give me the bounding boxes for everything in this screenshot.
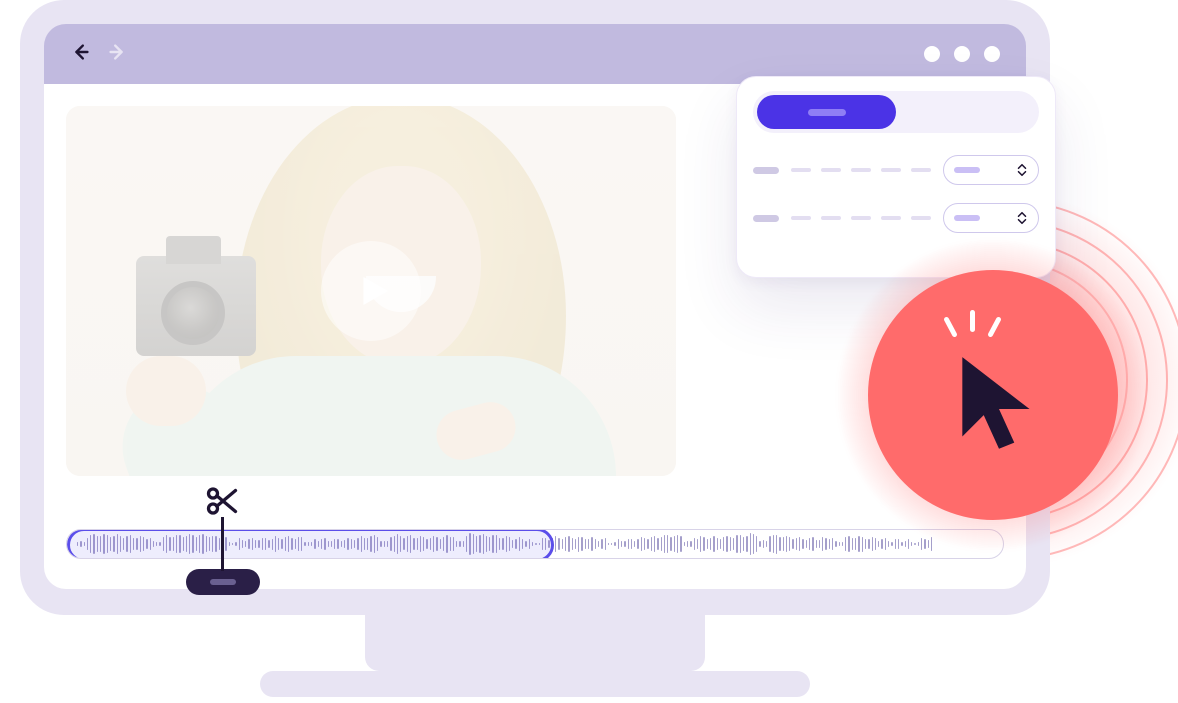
stepper-arrows-icon [1016, 211, 1028, 225]
waveform [67, 530, 1003, 558]
video-preview[interactable] [66, 106, 676, 476]
select-value-placeholder [954, 215, 980, 221]
panel-tab-active[interactable] [757, 95, 896, 129]
scissors-icon [204, 483, 240, 519]
stepper-arrows-icon [1016, 163, 1028, 177]
window-dot[interactable] [924, 46, 940, 62]
timeline [66, 529, 1004, 559]
nav-forward-button[interactable] [106, 41, 128, 68]
row-label-placeholder [753, 215, 779, 222]
panel-row [753, 203, 1039, 233]
monitor-screen [20, 0, 1050, 615]
window-dot[interactable] [984, 46, 1000, 62]
panel-tabs [753, 91, 1039, 133]
play-button[interactable] [321, 241, 421, 341]
arrow-right-icon [106, 41, 128, 63]
playhead-handle[interactable] [186, 569, 260, 595]
play-icon [353, 270, 395, 312]
browser-chrome-bar [44, 24, 1026, 84]
row-select[interactable] [943, 155, 1039, 185]
nav-back-button[interactable] [70, 41, 92, 68]
row-dashes [791, 216, 931, 220]
row-select[interactable] [943, 203, 1039, 233]
window-dot[interactable] [954, 46, 970, 62]
tab-label-placeholder [808, 109, 846, 116]
monitor-stand [365, 615, 705, 671]
row-dashes [791, 168, 931, 172]
split-indicator-line [221, 517, 224, 571]
timeline-track[interactable] [66, 529, 1004, 559]
monitor-frame [20, 0, 1050, 671]
row-label-placeholder [753, 167, 779, 174]
window-controls [924, 46, 1000, 62]
monitor-base [260, 671, 810, 697]
browser-body [44, 84, 1026, 589]
arrow-left-icon [70, 41, 92, 63]
select-value-placeholder [954, 167, 980, 173]
properties-panel [736, 76, 1056, 278]
panel-tab[interactable] [896, 95, 1035, 129]
panel-row [753, 155, 1039, 185]
